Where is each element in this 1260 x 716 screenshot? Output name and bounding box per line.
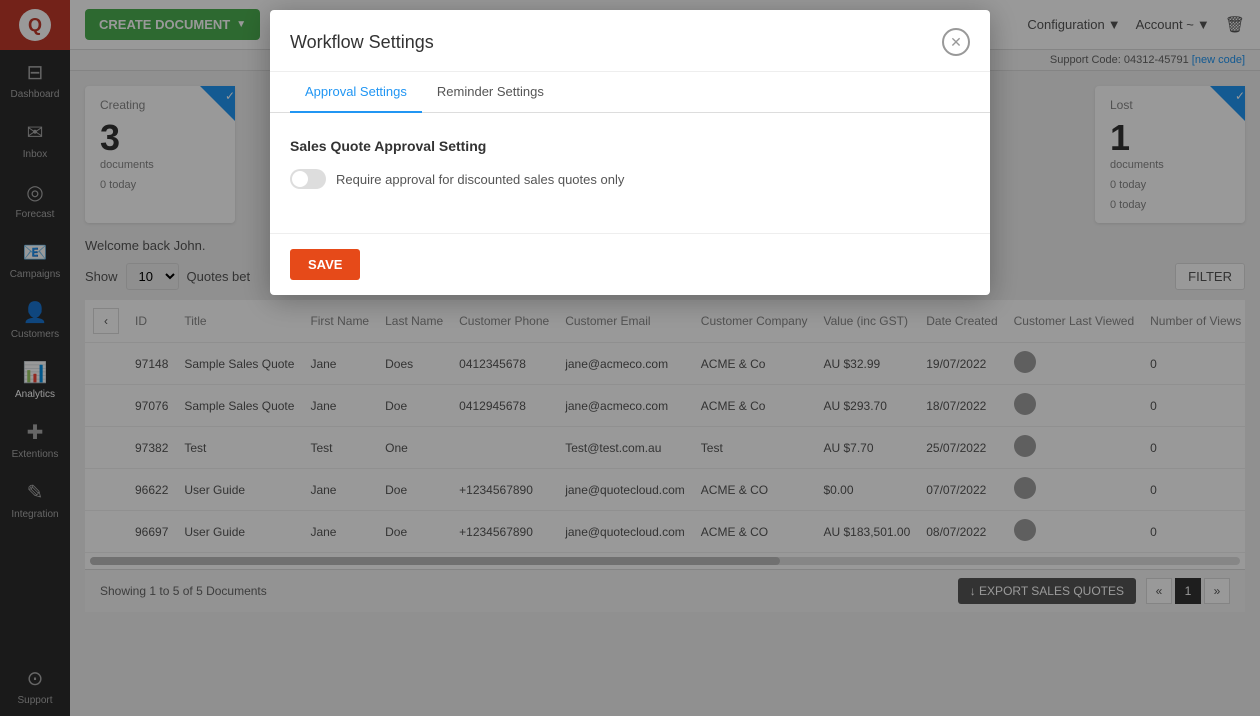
modal-tabs: Approval Settings Reminder Settings [270,72,990,113]
approval-toggle[interactable] [290,169,326,189]
tab-approval-settings[interactable]: Approval Settings [290,72,422,113]
modal-body: Sales Quote Approval Setting Require app… [270,113,990,233]
toggle-label: Require approval for discounted sales qu… [336,172,624,187]
modal-header: Workflow Settings ✕ [270,10,990,72]
modal-close-button[interactable]: ✕ [942,28,970,56]
modal-footer: SAVE [270,233,990,295]
workflow-settings-modal: Workflow Settings ✕ Approval Settings Re… [270,10,990,295]
modal-overlay: Workflow Settings ✕ Approval Settings Re… [0,0,1260,716]
modal-title: Workflow Settings [290,32,434,53]
save-button[interactable]: SAVE [290,249,360,280]
tab-reminder-settings[interactable]: Reminder Settings [422,72,559,113]
toggle-row: Require approval for discounted sales qu… [290,169,970,189]
approval-section-title: Sales Quote Approval Setting [290,138,970,154]
